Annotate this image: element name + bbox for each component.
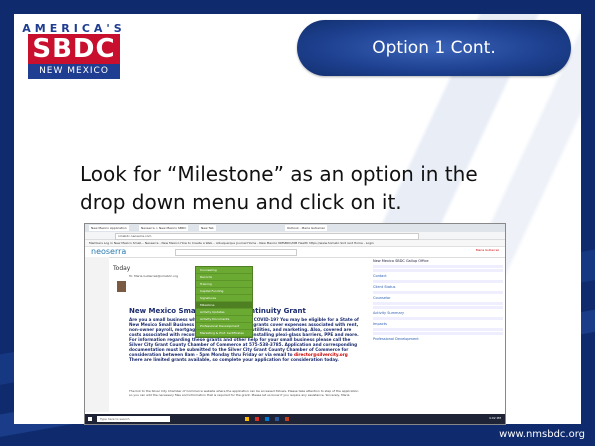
word-icon[interactable]: [275, 417, 279, 421]
right-item[interactable]: Professional Development: [373, 337, 503, 341]
url-field[interactable]: nmsbdc.neoserra.com: [115, 233, 419, 240]
dropdown-menu: Counseling Records Training Capital Fund…: [195, 266, 253, 338]
taskbar-search-input[interactable]: Type here to search: [97, 416, 170, 422]
file-explorer-icon[interactable]: [245, 417, 249, 421]
avatar: [117, 281, 126, 292]
footer-url[interactable]: www.nmsbdc.org: [499, 429, 585, 440]
menu-item-professional-development[interactable]: Professional Development: [196, 323, 252, 330]
right-item[interactable]: Client Status: [373, 285, 503, 289]
windows-taskbar: Type here to search 4:02 PM: [85, 414, 505, 424]
logo-line2: SBDC: [28, 34, 120, 64]
menu-item-activity-documents[interactable]: Activity Documents: [196, 316, 252, 323]
user-name[interactable]: Maria Gutierrez: [476, 248, 499, 252]
menu-item-certificates[interactable]: Marketing & Prof. Certificates: [196, 330, 252, 337]
right-item[interactable]: Activity Summary: [373, 311, 503, 315]
right-item[interactable]: Impacts: [373, 322, 503, 326]
email-body-tail: There are limited grants available, so c…: [129, 357, 339, 362]
menu-item-counseling[interactable]: Counseling: [196, 267, 252, 274]
menu-item-records[interactable]: Records: [196, 274, 252, 281]
browser-screenshot: New Mexico Application Neoserra > New Me…: [84, 223, 506, 425]
taskbar-clock: 4:02 PM: [488, 416, 501, 420]
search-input[interactable]: [175, 249, 297, 256]
browser-tab[interactable]: New Tab: [199, 225, 216, 231]
mail-header: To: Maria Gutierrez@nmsbdc.org: [129, 274, 178, 278]
browser-tab[interactable]: Outlook - Maria Gutierrez: [285, 225, 327, 231]
today-heading: Today: [113, 265, 131, 272]
menu-item-activity-updates[interactable]: Activity Updates: [196, 309, 252, 316]
right-panel: New Mexico SBDC Gallup Office Contact Cl…: [373, 257, 503, 412]
menu-item-milestone[interactable]: Milestone: [196, 302, 252, 309]
body-text: Look for “Milestone” as an option in the…: [80, 162, 478, 214]
right-panel-title: New Mexico SBDC Gallup Office: [373, 259, 429, 263]
left-sidebar: [85, 257, 109, 412]
browser-tab-bar: New Mexico Application Neoserra > New Me…: [85, 224, 505, 232]
outlook-icon[interactable]: [265, 417, 269, 421]
address-bar: nmsbdc.neoserra.com: [85, 232, 505, 240]
logo-line3: NEW MEXICO: [28, 64, 120, 79]
menu-item-capital-funding[interactable]: Capital Funding: [196, 288, 252, 295]
app-logo[interactable]: neoserra: [91, 247, 126, 257]
powerpoint-icon[interactable]: [285, 417, 289, 421]
slide-heading: Option 1 Cont.: [297, 20, 571, 76]
sbdc-logo: AMERICA'S SBDC NEW MEXICO: [22, 22, 126, 84]
right-item[interactable]: Contact: [373, 274, 503, 278]
slide: AMERICA'S SBDC NEW MEXICO Option 1 Cont.…: [0, 0, 595, 446]
bookmarks-bar: Members Log in New Mexico Small... Neose…: [85, 240, 505, 247]
browser-tab[interactable]: New Mexico Application: [89, 225, 129, 231]
browser-tab[interactable]: Neoserra > New Mexico SBDC: [139, 225, 189, 231]
email-footer-text: The link to the Silver City Chamber of C…: [129, 389, 359, 397]
menu-item-signatures[interactable]: Signatures: [196, 295, 252, 302]
menu-item-training[interactable]: Training: [196, 281, 252, 288]
chrome-icon[interactable]: [255, 417, 259, 421]
right-item[interactable]: Counselor: [373, 296, 503, 300]
windows-start-icon[interactable]: [88, 417, 92, 421]
